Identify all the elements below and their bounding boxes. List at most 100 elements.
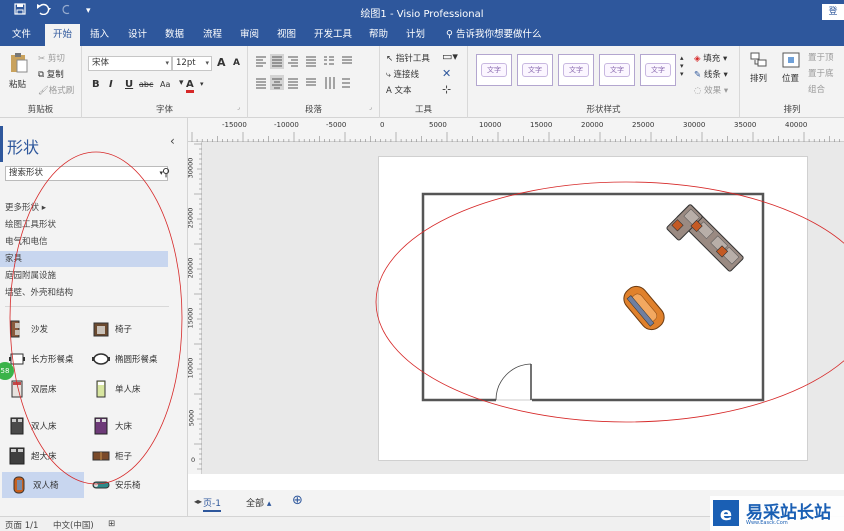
floor-plan-drawing [375, 181, 844, 423]
tab-home[interactable]: 开始 [45, 24, 81, 46]
copy-button[interactable]: ⧉ 复制 [38, 68, 64, 80]
window-title: 绘图1 - Visio Professional [360, 9, 484, 20]
chevron-up-icon: ▴ [266, 499, 272, 509]
search-icon: ⚲ [446, 29, 456, 40]
format-painter-button[interactable]: 🖌格式刷 [38, 84, 74, 96]
svg-text:e: e [720, 504, 732, 525]
position-button[interactable]: 位置 [782, 72, 799, 84]
brush-icon: 🖌 [38, 86, 49, 96]
annotation-overlay-pane [9, 151, 183, 485]
rectangle-icon[interactable]: ▭▾ [442, 50, 458, 63]
send-to-back-button[interactable]: 置于底 [808, 67, 834, 79]
text-icon: A [386, 86, 395, 96]
shrink-font-button[interactable]: A [233, 58, 240, 68]
text-tool-button[interactable]: A 文本 [386, 84, 412, 96]
strikethrough-button[interactable]: abc [139, 80, 153, 89]
line-button[interactable]: ✎ 线条 ▾ [694, 68, 728, 80]
italic-button[interactable]: I [109, 79, 113, 90]
door-swing-arc [495, 363, 532, 401]
pointer-icon: ↖ [386, 54, 396, 64]
page-number-status[interactable]: 页面 1/1 [5, 519, 38, 531]
h-ruler-label: -10000 [274, 121, 299, 129]
h-ruler-label: 25000 [632, 121, 655, 129]
tab-process[interactable]: 流程 [203, 24, 222, 46]
watermark-subtext: Www.Easck.Com [746, 520, 788, 526]
sign-in-button[interactable]: 登 [822, 4, 844, 20]
paragraph-align-icons[interactable] [254, 54, 374, 94]
tools-group: ↖ 指针工具 ⤷ 连接线 A 文本 ▭▾ ✕ ⊹ 工具 [380, 46, 468, 118]
font-group: 宋体 ▾ 12pt ▾ A A B I U abc Aa ▾ A ▾ 字体 [82, 46, 248, 118]
close-icon[interactable]: ✕ [442, 67, 451, 80]
style-sample-3[interactable]: 文字 [558, 54, 594, 86]
font-color-dropdown-icon[interactable]: ▾ [200, 80, 204, 88]
underline-button[interactable]: U [125, 79, 133, 90]
tab-file[interactable]: 文件 [12, 24, 31, 46]
horizontal-ruler: -15000 -10000 -5000 0 5000 10000 15000 2… [188, 118, 844, 142]
h-ruler-label: -15000 [222, 121, 247, 129]
connection-point-icon[interactable]: ⊹ [442, 83, 451, 96]
arrange-icon[interactable] [750, 52, 768, 68]
tab-review[interactable]: 审阅 [240, 24, 259, 46]
clipboard-group: 粘贴 ✂ 剪切 ⧉ 复制 🖌格式刷 剪贴板 [0, 46, 82, 118]
title-bar: ▾ 绘图1 - Visio Professional 登 [0, 0, 844, 24]
styles-scroll-icon[interactable]: ▴ ▾ ▾ [680, 54, 684, 78]
paste-icon[interactable] [9, 52, 29, 74]
h-ruler-label: 0 [380, 121, 385, 129]
change-case-button[interactable]: Aa [160, 80, 170, 89]
annotation-ellipse-canvas [375, 181, 844, 423]
tab-page-1[interactable]: 页-1 [203, 496, 221, 512]
pen-icon: ✎ [694, 70, 704, 80]
language-status[interactable]: 中文(中国) [53, 519, 94, 531]
style-sample-1[interactable]: 文字 [476, 54, 512, 86]
add-page-icon[interactable]: ⊕ [292, 493, 303, 508]
bold-button[interactable]: B [92, 79, 100, 90]
all-pages-tab[interactable]: 全部 ▴ [246, 496, 271, 509]
loveseat-shape[interactable] [619, 282, 668, 334]
tab-view[interactable]: 视图 [277, 24, 296, 46]
font-group-label: 字体 [155, 105, 173, 115]
tab-design[interactable]: 设计 [128, 24, 147, 46]
room-walls[interactable] [421, 192, 765, 402]
group-button[interactable]: 组合 [808, 83, 825, 95]
style-sample-5[interactable]: 文字 [640, 54, 676, 86]
paste-button[interactable]: 粘贴 [9, 78, 26, 90]
tab-plan[interactable]: 计划 [406, 24, 425, 46]
tell-me-search[interactable]: ⚲ 告诉我你想要做什么 [446, 24, 542, 46]
font-color-button[interactable]: A [186, 79, 194, 93]
font-size-select[interactable]: 12pt ▾ [172, 56, 212, 71]
cut-button[interactable]: ✂ 剪切 [38, 52, 65, 64]
ribbon: 粘贴 ✂ 剪切 ⧉ 复制 🖌格式刷 剪贴板 宋体 ▾ 12pt ▾ A A B I … [0, 46, 844, 118]
tab-data[interactable]: 数据 [165, 24, 184, 46]
watermark: e 易采站长站 Www.Easck.Com [710, 496, 844, 531]
arrange-button[interactable]: 排列 [750, 72, 767, 84]
position-icon[interactable] [782, 52, 800, 68]
paragraph-group: 段落 [248, 46, 380, 118]
paragraph-dialog-launcher-icon[interactable]: ⌟ [369, 104, 372, 111]
h-ruler-label: 35000 [734, 121, 757, 129]
annotation-ellipse-pane [9, 151, 183, 485]
h-ruler-label: 10000 [479, 121, 502, 129]
page-nav-icon[interactable]: ◂▸ [194, 497, 202, 506]
connector-tool-button[interactable]: ⤷ 连接线 [386, 68, 419, 80]
drawing-workspace[interactable] [202, 142, 844, 474]
tab-developer[interactable]: 开发工具 [314, 24, 352, 46]
tab-help[interactable]: 帮助 [369, 24, 388, 46]
effects-button[interactable]: ◌ 效果 ▾ [694, 84, 728, 96]
ribbon-tabs: 文件 开始 插入 设计 数据 流程 审阅 视图 开发工具 帮助 计划 ⚲ 告诉我… [0, 24, 844, 46]
fill-button[interactable]: ◈ 填充 ▾ [694, 52, 727, 64]
tab-insert[interactable]: 插入 [90, 24, 109, 46]
font-family-select[interactable]: 宋体 ▾ [88, 56, 172, 71]
clipboard-group-label: 剪贴板 [27, 105, 54, 115]
scissors-icon: ✂ [38, 54, 48, 64]
bring-to-front-button[interactable]: 置于顶 [808, 51, 834, 63]
effects-icon: ◌ [694, 86, 705, 96]
pointer-tool-button[interactable]: ↖ 指针工具 [386, 52, 430, 64]
macro-recording-icon[interactable]: ⊞ [108, 519, 115, 529]
more-font-button[interactable]: ▾ [179, 78, 184, 88]
grow-font-button[interactable]: A [217, 56, 226, 69]
font-dialog-launcher-icon[interactable]: ⌟ [237, 104, 240, 111]
sectional-sofa[interactable] [666, 204, 744, 282]
style-sample-2[interactable]: 文字 [517, 54, 553, 86]
h-ruler-label: 5000 [429, 121, 447, 129]
style-sample-4[interactable]: 文字 [599, 54, 635, 86]
